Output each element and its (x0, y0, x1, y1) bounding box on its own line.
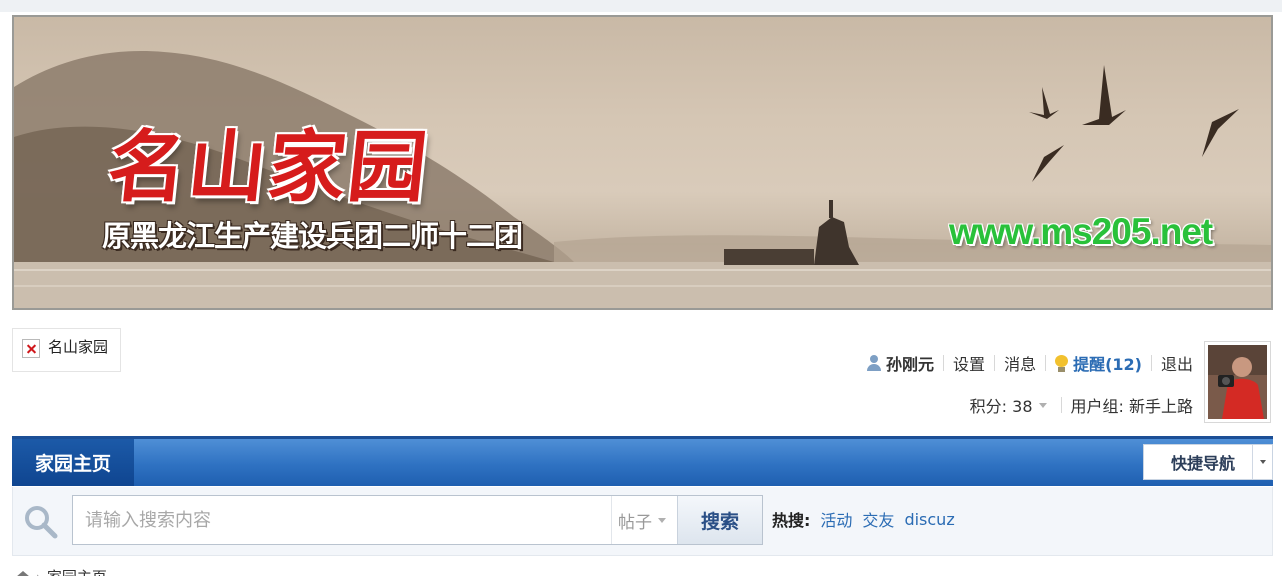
search-icon (25, 506, 58, 539)
logout-link[interactable]: 退出 (1161, 351, 1193, 375)
banner-subtitle: 原黑龙江生产建设兵团二师十二团 (102, 219, 523, 253)
search-type-select[interactable]: 帖子 (611, 496, 677, 544)
search-box: 帖子 搜索 (72, 495, 763, 545)
quicknav-label: 快捷导航 (1170, 454, 1235, 473)
separator (1150, 355, 1152, 371)
site-logo-alt-text: 名山家园 (48, 338, 109, 356)
chevron-down-icon (658, 517, 666, 523)
hot-link-activity[interactable]: 活动 (820, 507, 852, 531)
separator (1060, 397, 1062, 413)
separator (994, 355, 996, 371)
search-type-label: 帖子 (618, 512, 652, 533)
avatar-photo (1208, 345, 1267, 419)
username-link[interactable]: 孙刚元 (886, 351, 934, 375)
separator (943, 355, 945, 371)
site-banner[interactable]: 名山家园 原黑龙江生产建设兵团二师十二团 www.ms205.net (12, 15, 1273, 310)
site-logo[interactable]: 名山家园 (12, 328, 121, 372)
breadcrumb-separator-icon: › (36, 570, 41, 576)
messages-link[interactable]: 消息 (1004, 351, 1036, 375)
remind-link[interactable]: 提醒(12) (1073, 351, 1142, 375)
banner-url: www.ms205.net (949, 211, 1213, 252)
main-nav: 家园主页 快捷导航 (12, 436, 1273, 486)
settings-link[interactable]: 设置 (953, 351, 985, 375)
breadcrumb: › 家园主页 (16, 566, 107, 576)
lightbulb-icon (1055, 354, 1069, 372)
top-strip (0, 0, 1282, 12)
home-icon[interactable] (16, 570, 30, 576)
avatar[interactable] (1204, 341, 1271, 423)
user-icon (867, 355, 882, 371)
nav-item-home[interactable]: 家园主页 (12, 439, 134, 486)
usergroup-link[interactable]: 用户组: 新手上路 (1071, 393, 1193, 417)
search-button[interactable]: 搜索 (677, 496, 762, 544)
search-input[interactable] (73, 496, 611, 544)
search-bar: 帖子 搜索 热搜: 活动 交友 discuz (12, 487, 1273, 556)
chevron-down-icon[interactable] (1252, 445, 1272, 479)
hot-searches-label: 热搜: (772, 511, 811, 530)
hot-searches: 热搜: 活动 交友 discuz (772, 507, 955, 531)
hot-link-discuz[interactable]: discuz (904, 510, 954, 529)
user-menu: 孙刚元 设置 消息 提醒(12) 退出 (867, 351, 1193, 375)
broken-image-icon (22, 339, 40, 358)
quicknav-button[interactable]: 快捷导航 (1143, 444, 1273, 480)
points-dropdown[interactable]: 积分: 38 (970, 393, 1033, 417)
hot-link-friends[interactable]: 交友 (862, 507, 894, 531)
user-stats: 积分: 38 用户组: 新手上路 (970, 393, 1193, 417)
banner-logo-text: 名山家园 (103, 122, 434, 213)
separator (1045, 355, 1047, 371)
breadcrumb-current[interactable]: 家园主页 (47, 566, 107, 576)
chevron-down-icon[interactable] (1038, 402, 1047, 408)
